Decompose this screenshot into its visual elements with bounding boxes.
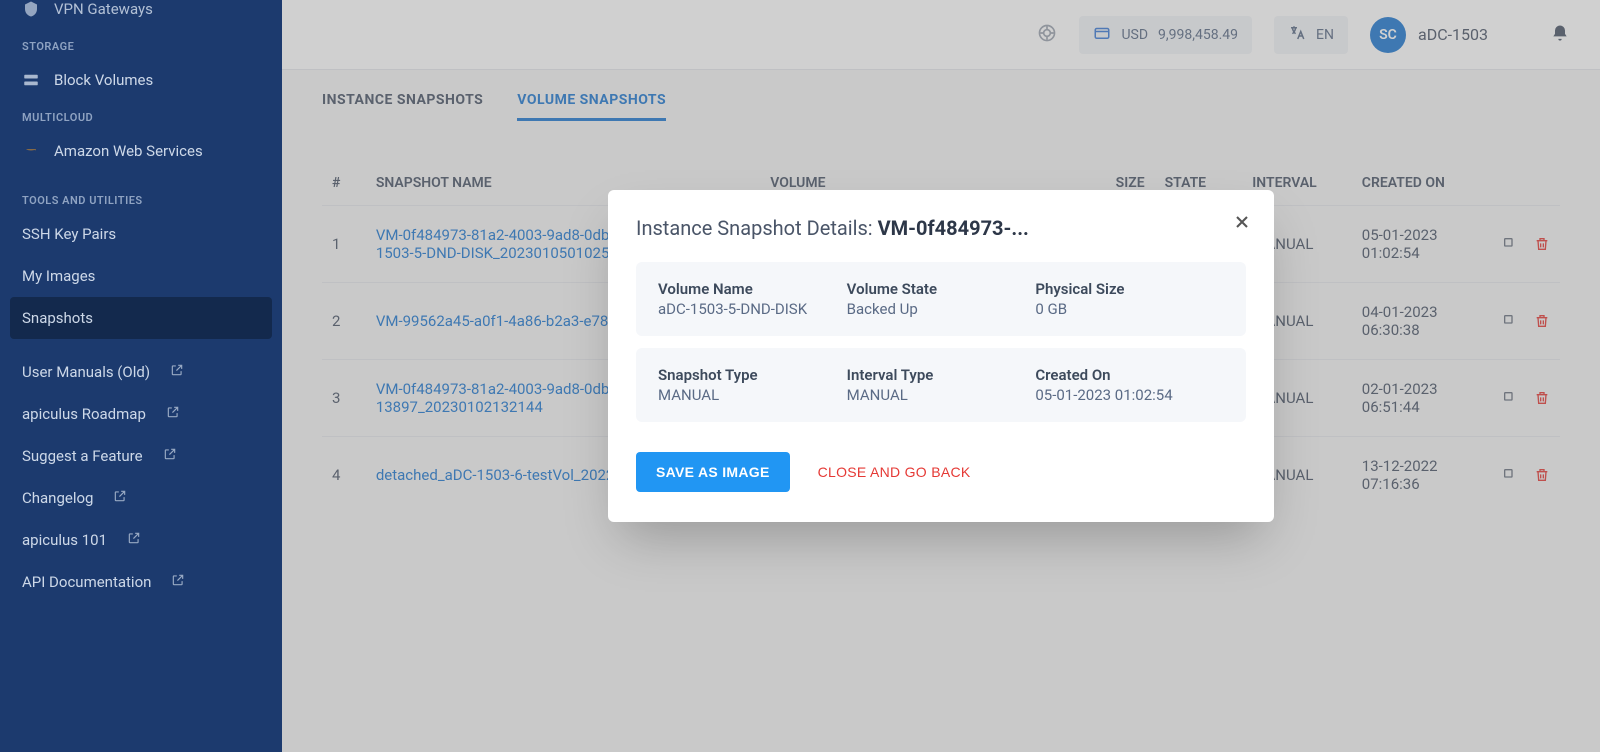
field-label: Interval Type [847,366,1036,384]
sidebar-item-label: Block Volumes [54,71,153,89]
sidebar: VPN Gateways STORAGE Block Volumes MULTI… [0,0,282,752]
external-link-icon [170,363,184,381]
close-icon[interactable] [1232,212,1252,238]
external-link-icon [113,489,127,507]
sidebar-section-storage: STORAGE [0,30,282,59]
sidebar-item-label: Amazon Web Services [54,142,203,160]
external-link-icon [127,531,141,549]
field-value: 0 GB [1035,300,1224,318]
sidebar-item-label: apiculus Roadmap [22,405,146,423]
sidebar-item-label: apiculus 101 [22,531,107,549]
external-link-icon [163,447,177,465]
sidebar-item-label: SSH Key Pairs [22,225,116,243]
external-link-icon [171,573,185,591]
sidebar-item-block-volumes[interactable]: Block Volumes [0,59,282,101]
sidebar-item-label: Snapshots [22,309,93,327]
sidebar-item-aws[interactable]: Amazon Web Services [0,130,282,172]
external-link-icon [166,405,180,423]
field-value: aDC-1503-5-DND-DISK [658,300,847,318]
sidebar-item-label: User Manuals (Old) [22,363,150,381]
sidebar-item-label: My Images [22,267,95,285]
shield-icon [22,0,40,18]
sidebar-section-tools: TOOLS AND UTILITIES [0,184,282,213]
modal-overlay[interactable]: Instance Snapshot Details: VM-0f484973-.… [282,0,1600,752]
sidebar-item-suggest[interactable]: Suggest a Feature [0,435,282,477]
sidebar-item-label: VPN Gateways [54,0,153,18]
main: USD 9,998,458.49 EN SC aDC-1503 INSTANCE… [282,0,1600,752]
sidebar-item-vpn[interactable]: VPN Gateways [0,0,282,30]
sidebar-item-roadmap[interactable]: apiculus Roadmap [0,393,282,435]
sidebar-item-manuals[interactable]: User Manuals (Old) [0,351,282,393]
sidebar-item-apidoc[interactable]: API Documentation [0,561,282,603]
save-as-image-button[interactable]: SAVE AS IMAGE [636,452,790,492]
aws-icon [22,142,40,160]
modal-card-1: Volume Name aDC-1503-5-DND-DISK Volume S… [636,262,1246,336]
field-value: 05-01-2023 01:02:54 [1035,386,1224,404]
modal-title-prefix: Instance Snapshot Details: [636,216,878,240]
field-label: Snapshot Type [658,366,847,384]
modal-title: Instance Snapshot Details: VM-0f484973-.… [636,216,1246,240]
sidebar-item-snapshots[interactable]: Snapshots [10,297,272,339]
field-label: Volume Name [658,280,847,298]
sidebar-item-ssh[interactable]: SSH Key Pairs [0,213,282,255]
modal-title-name: VM-0f484973-... [878,216,1029,240]
sidebar-item-images[interactable]: My Images [0,255,282,297]
field-value: MANUAL [847,386,1036,404]
sidebar-item-label: Changelog [22,489,93,507]
modal-card-2: Snapshot Type MANUAL Interval Type MANUA… [636,348,1246,422]
storage-icon [22,71,40,89]
field-label: Physical Size [1035,280,1224,298]
snapshot-details-modal: Instance Snapshot Details: VM-0f484973-.… [608,190,1274,522]
field-label: Created On [1035,366,1224,384]
field-value: Backed Up [847,300,1036,318]
close-and-go-back-button[interactable]: CLOSE AND GO BACK [818,464,971,480]
sidebar-item-changelog[interactable]: Changelog [0,477,282,519]
sidebar-item-label: API Documentation [22,573,151,591]
sidebar-section-multicloud: MULTICLOUD [0,101,282,130]
sidebar-item-label: Suggest a Feature [22,447,143,465]
field-value: MANUAL [658,386,847,404]
field-label: Volume State [847,280,1036,298]
sidebar-item-101[interactable]: apiculus 101 [0,519,282,561]
